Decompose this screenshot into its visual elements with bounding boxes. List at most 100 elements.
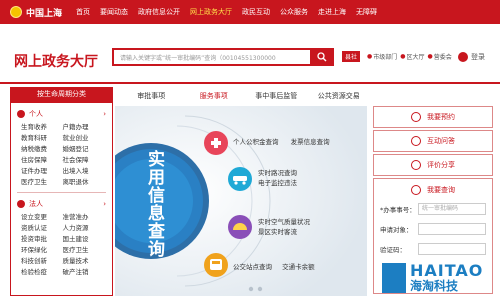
tab-service[interactable]: 服务事项: [183, 88, 246, 104]
category-item[interactable]: 就业创业: [63, 133, 105, 143]
banner-item-2[interactable]: 实时路况查询 电子监控违法: [258, 168, 297, 188]
personal-group-title: 个人: [29, 110, 43, 118]
banner-item-3[interactable]: 实时空气质量状况 景区实时客流: [258, 217, 310, 237]
nav-item-accessibility[interactable]: 无障碍: [356, 7, 377, 17]
nav-item-gov-info[interactable]: 政府信息公开: [138, 7, 180, 17]
category-item[interactable]: 婚姻登记: [63, 144, 105, 154]
appointment-label: 我要预约: [427, 113, 455, 121]
login-link[interactable]: 登录: [471, 52, 485, 62]
banner-text: 实时路况查询: [258, 169, 297, 177]
tab-supervision[interactable]: 事中事后监管: [245, 88, 308, 104]
banner-text: 公交站点查询: [233, 263, 272, 271]
applicant-label: 申请对象：: [380, 226, 413, 234]
category-item[interactable]: 人力资源: [63, 223, 105, 233]
category-item[interactable]: 质量技术: [63, 256, 105, 266]
info-query-banner[interactable]: 实用信息查询 个人公积金查询 发票信息查询 实时路况查询 电子监控违法 实时空气…: [115, 106, 367, 296]
top-navigation-bar: 中国上海 首页 要闻动态 政府信息公开 网上政务大厅 政民互动 公众服务 走进上…: [0, 0, 500, 24]
category-item[interactable]: 医疗卫生: [63, 245, 105, 255]
nav-item-news[interactable]: 要闻动态: [100, 7, 128, 17]
header-divider: [0, 82, 500, 84]
location-item-district[interactable]: 区大厅: [407, 52, 425, 61]
site-logo[interactable]: 中国上海: [10, 6, 62, 19]
person-icon: [17, 110, 25, 118]
search-box[interactable]: 请输入关键字或“统一审批编码”查询（00104551300000: [112, 48, 334, 66]
tab-public-resources[interactable]: 公共资源交易: [308, 88, 371, 104]
category-item[interactable]: 离职退休: [63, 177, 105, 187]
pin-icon: ●: [367, 53, 373, 60]
category-item[interactable]: 国土建设: [63, 234, 105, 244]
personal-group-header[interactable]: 个人 ›: [17, 109, 106, 119]
category-item[interactable]: 破产注销: [63, 267, 105, 277]
star-icon: [411, 160, 421, 170]
category-item[interactable]: 检验检疫: [21, 267, 63, 277]
search-button[interactable]: [310, 48, 334, 66]
service-tabs: 审批事项 服务事项 事中事后监管 公共资源交易: [120, 88, 370, 104]
personal-category-list: 生育收养 户籍办理 教育科研 就业创业 纳税缴费 婚姻登记 住房保障 社会保障 …: [11, 122, 112, 187]
location-item-city[interactable]: 市级部门: [373, 52, 397, 61]
building-icon: [17, 200, 25, 208]
category-item[interactable]: 医疗卫生: [21, 177, 63, 187]
category-item[interactable]: 环保绿化: [21, 245, 63, 255]
logo-text: 中国上海: [26, 8, 63, 19]
qa-button[interactable]: 互动问答: [373, 130, 493, 152]
corporate-category-list: 设立变更 准营准办 资质认证 人力资源 投资审批 国土建设 环保绿化 医疗卫生 …: [11, 212, 112, 277]
category-item[interactable]: 出境入境: [63, 166, 105, 176]
nav-item-interaction[interactable]: 政民互动: [242, 7, 270, 17]
watermark-text-cn: 海淘科技: [410, 278, 459, 293]
category-item[interactable]: 投资审批: [21, 234, 63, 244]
location-item-community[interactable]: 营委会: [434, 52, 452, 61]
nav-item-public-service[interactable]: 公众服务: [280, 7, 308, 17]
category-item[interactable]: 生育收养: [21, 122, 63, 132]
query-title: 我要查询: [380, 185, 486, 195]
user-login[interactable]: 登录: [458, 52, 485, 62]
location-tag[interactable]: 县社: [342, 51, 361, 62]
category-item[interactable]: 教育科研: [21, 133, 63, 143]
header: 网上政务大厅 请输入关键字或“统一审批编码”查询（00104551300000 …: [0, 24, 500, 82]
watermark-logo: HAITAO 海淘科技: [382, 250, 500, 305]
corporate-group-header[interactable]: 法人 ›: [17, 199, 106, 209]
banner-text: 景区实时客流: [258, 228, 297, 236]
banner-text: 实时空气质量状况: [258, 218, 310, 226]
calendar-icon: [411, 112, 421, 122]
category-item[interactable]: 户籍办理: [63, 122, 105, 132]
banner-item-1[interactable]: 个人公积金查询 发票信息查询: [233, 136, 330, 146]
tab-approval[interactable]: 审批事项: [120, 88, 183, 104]
location-selector: 县社 ● 市级部门 ● 区大厅 ● 营委会: [342, 51, 452, 62]
corporate-group-title: 法人: [29, 200, 43, 208]
category-item[interactable]: 社会保障: [63, 155, 105, 165]
nav-item-about-shanghai[interactable]: 走进上海: [318, 7, 346, 17]
applicant-field[interactable]: [418, 223, 486, 235]
banner-item-4[interactable]: 公交站点查询 交通卡余额: [233, 261, 315, 271]
category-item[interactable]: 住房保障: [21, 155, 63, 165]
search-input[interactable]: 请输入关键字或“统一审批编码”查询（00104551300000: [120, 53, 276, 62]
appointment-button[interactable]: 我要预约: [373, 106, 493, 128]
watermark-emblem-icon: [382, 262, 406, 293]
pin-icon: ●: [400, 53, 406, 60]
category-item[interactable]: 科技创新: [21, 256, 63, 266]
category-item[interactable]: 纳税缴费: [21, 144, 63, 154]
banner-text: 交通卡余额: [282, 263, 315, 271]
category-item[interactable]: 准营准办: [63, 212, 105, 222]
review-button[interactable]: 评价分享: [373, 154, 493, 176]
lifecycle-category-header[interactable]: 按生命周期分类: [10, 87, 113, 102]
page-title: 网上政务大厅: [14, 54, 98, 70]
query-row-applicant: 申请对象：: [380, 223, 486, 235]
query-row-case-number: *办事事号： 统一审批编码: [380, 203, 486, 215]
query-title-text: 我要查询: [427, 186, 455, 194]
category-panel: 个人 › 生育收养 户籍办理 教育科研 就业创业 纳税缴费 婚姻登记 住房保障 …: [10, 102, 113, 296]
chevron-right-icon: ›: [103, 110, 106, 118]
nav-item-home[interactable]: 首页: [76, 7, 90, 17]
category-item[interactable]: 设立变更: [21, 212, 63, 222]
category-item[interactable]: 证件办理: [21, 166, 63, 176]
banner-text: 电子监控违法: [258, 179, 297, 187]
group-divider: [17, 192, 106, 193]
case-number-label: *办事事号：: [380, 206, 416, 214]
review-label: 评价分享: [427, 161, 455, 169]
pin-icon: ●: [427, 53, 433, 60]
banner-text: 个人公积金查询: [233, 138, 279, 146]
category-item[interactable]: 资质认证: [21, 223, 63, 233]
case-number-field[interactable]: 统一审批编码: [418, 203, 486, 215]
search-icon: [317, 52, 327, 62]
chat-icon: [411, 136, 421, 146]
nav-item-online-hall[interactable]: 网上政务大厅: [190, 7, 232, 17]
